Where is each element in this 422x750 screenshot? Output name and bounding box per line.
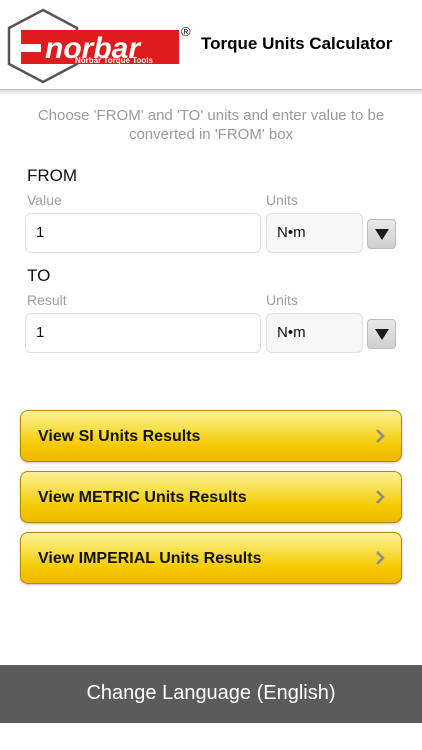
from-unit-select[interactable]: N•m	[266, 213, 363, 253]
to-units-label: Units	[266, 292, 298, 308]
change-language-button[interactable]: Change Language (English)	[0, 665, 422, 723]
button-label: View SI Units Results	[38, 428, 201, 445]
to-section-label: TO	[27, 266, 51, 285]
view-si-results-button[interactable]: View SI Units Results	[20, 410, 402, 462]
triangle-down-icon	[375, 329, 389, 340]
from-units-label: Units	[266, 192, 298, 208]
from-value-label: Value	[27, 192, 62, 208]
triangle-down-icon	[375, 229, 389, 240]
from-value-input[interactable]: 1	[25, 213, 261, 253]
to-result-field[interactable]: 1	[25, 313, 261, 353]
button-label: View IMPERIAL Units Results	[38, 550, 262, 567]
app-header: norbar ® Norbar Torque Tools Torque Unit…	[0, 0, 422, 90]
chevron-right-icon	[376, 429, 385, 443]
to-unit-dropdown-button[interactable]	[367, 319, 396, 349]
change-language-label: Change Language (English)	[86, 682, 336, 704]
norbar-logo: norbar ® Norbar Torque Tools	[5, 8, 195, 84]
svg-text:®: ®	[181, 24, 191, 39]
view-metric-results-button[interactable]: View METRIC Units Results	[20, 471, 402, 523]
from-unit-dropdown-button[interactable]	[367, 219, 396, 249]
from-section-label: FROM	[27, 166, 78, 185]
chevron-right-icon	[376, 551, 385, 565]
bottom-strip	[0, 723, 422, 750]
header-shadow	[0, 90, 422, 96]
app-title: Torque Units Calculator	[201, 34, 393, 53]
to-result-label: Result	[27, 292, 67, 308]
instructions-text: Choose 'FROM' and 'TO' units and enter v…	[37, 107, 385, 143]
svg-text:Norbar Torque Tools: Norbar Torque Tools	[75, 56, 153, 65]
to-unit-select[interactable]: N•m	[266, 313, 363, 353]
button-label: View METRIC Units Results	[38, 489, 247, 506]
chevron-right-icon	[376, 490, 385, 504]
view-imperial-results-button[interactable]: View IMPERIAL Units Results	[20, 532, 402, 584]
